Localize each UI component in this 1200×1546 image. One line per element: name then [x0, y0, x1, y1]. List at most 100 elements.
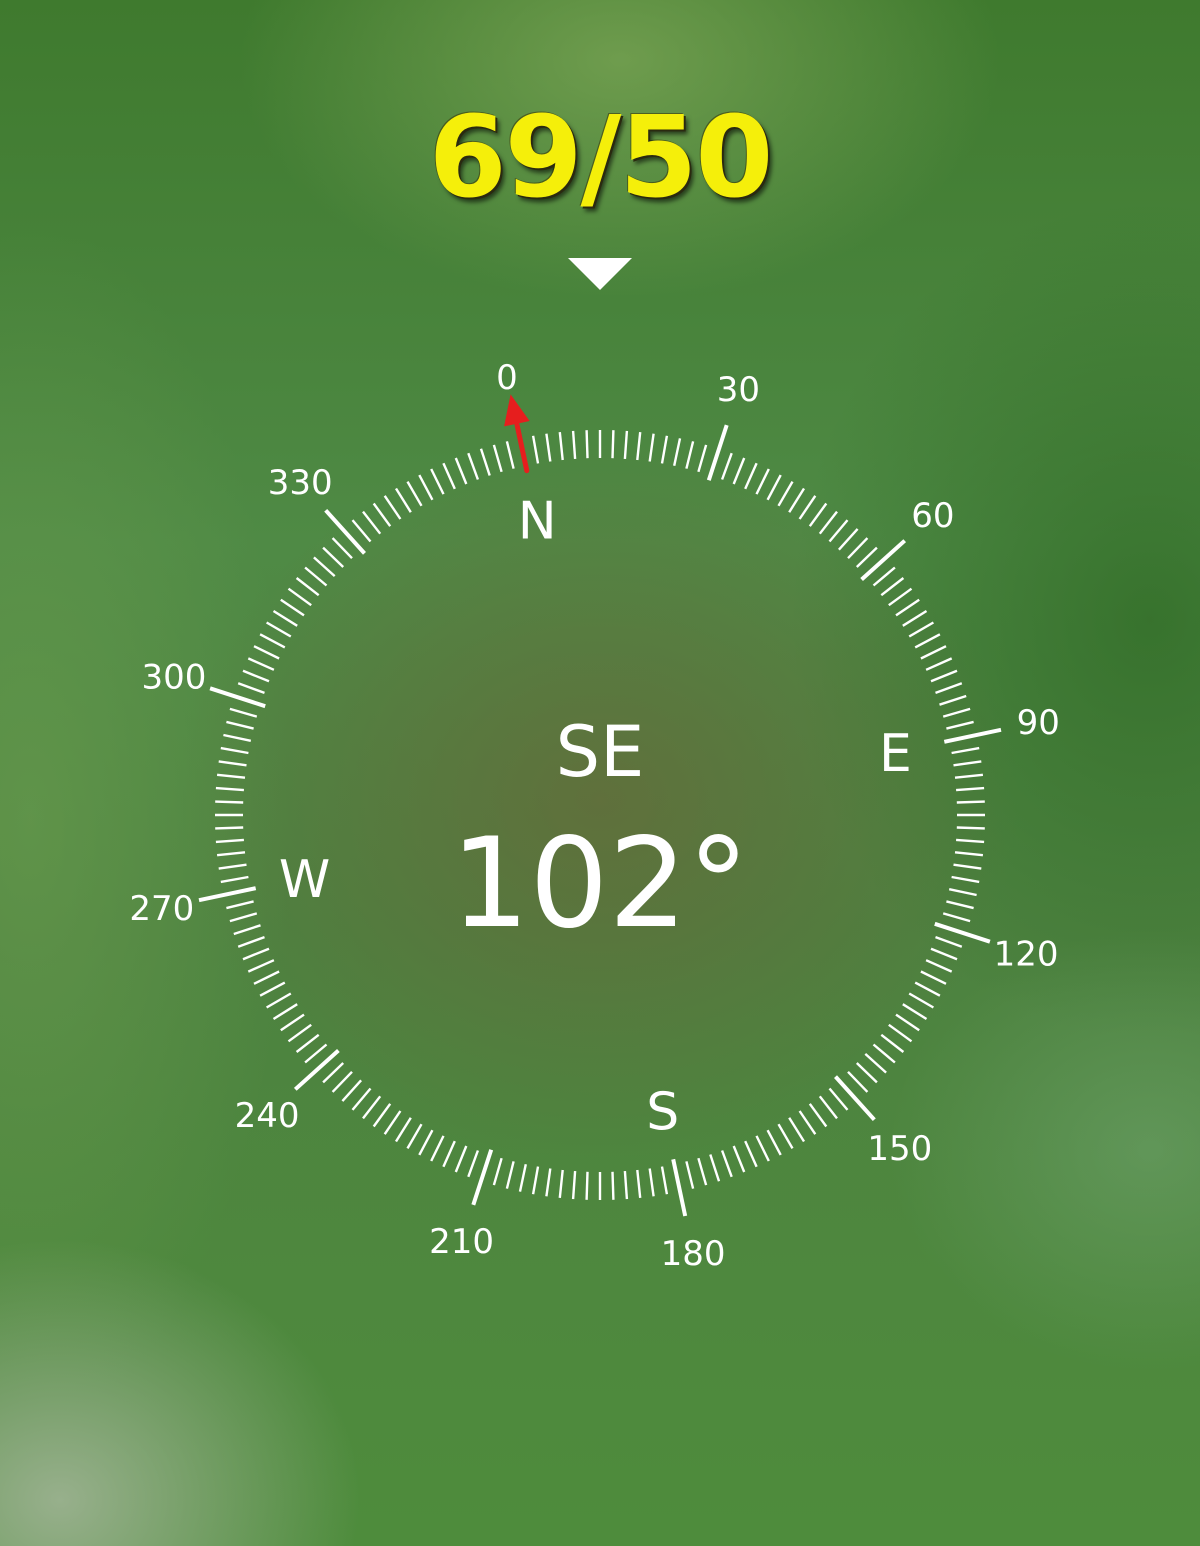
direction-label: SE	[556, 711, 645, 793]
minor-tick	[237, 935, 265, 948]
minor-tick	[571, 430, 577, 459]
minor-tick	[951, 746, 980, 755]
minor-tick	[946, 720, 974, 730]
minor-tick	[505, 1161, 515, 1189]
minor-tick	[220, 746, 249, 755]
minor-tick	[956, 800, 985, 804]
minor-tick	[685, 1161, 695, 1189]
minor-tick	[237, 682, 265, 695]
degree-label-60: 60	[911, 496, 954, 536]
minor-tick	[215, 800, 244, 804]
minor-tick	[362, 1095, 382, 1120]
minor-tick	[685, 441, 695, 469]
cardinal-s: S	[646, 1082, 679, 1142]
minor-tick	[755, 1135, 770, 1162]
minor-tick	[914, 633, 941, 649]
minor-tick	[697, 444, 708, 473]
minor-tick	[467, 452, 480, 480]
minor-tick	[720, 1150, 733, 1178]
degree-label-120: 120	[994, 934, 1059, 974]
minor-tick	[492, 1157, 503, 1186]
minor-tick	[265, 621, 292, 638]
minor-tick	[280, 1013, 305, 1032]
minor-tick	[545, 433, 552, 462]
degree-label-0: 0	[496, 358, 518, 398]
minor-tick	[216, 851, 246, 857]
minor-tick	[788, 487, 806, 513]
minor-tick	[920, 970, 947, 985]
minor-tick	[951, 875, 980, 884]
minor-tick	[406, 480, 423, 507]
minor-tick	[828, 519, 849, 543]
minor-tick	[362, 510, 382, 535]
minor-tick	[351, 1087, 372, 1111]
minor-tick	[585, 430, 589, 459]
north-arrow-icon	[504, 394, 530, 474]
minor-tick	[788, 1117, 806, 1143]
cardinal-e: E	[879, 724, 912, 784]
minor-tick	[394, 1117, 412, 1143]
minor-tick	[925, 657, 953, 671]
minor-tick	[930, 669, 958, 683]
degree-label-180: 180	[661, 1234, 726, 1274]
minor-tick	[660, 1166, 669, 1195]
minor-tick	[394, 487, 412, 513]
minor-tick	[295, 1033, 320, 1053]
degree-label-210: 210	[429, 1222, 494, 1262]
minor-tick	[956, 786, 985, 792]
minor-tick	[732, 457, 746, 485]
minor-tick	[430, 1135, 445, 1162]
cardinal-w: W	[279, 850, 330, 910]
minor-tick	[304, 1043, 328, 1064]
minor-tick	[322, 546, 345, 568]
minor-tick	[744, 1140, 758, 1168]
minor-tick	[942, 707, 971, 718]
minor-tick	[341, 1079, 362, 1102]
minor-tick	[709, 1154, 721, 1182]
minor-tick	[648, 1168, 655, 1197]
minor-tick	[660, 435, 669, 464]
minor-tick	[531, 435, 540, 464]
minor-tick	[908, 992, 935, 1009]
minor-tick	[818, 510, 838, 535]
major-tick	[834, 1075, 876, 1122]
minor-tick	[418, 474, 434, 501]
minor-tick	[505, 441, 515, 469]
minor-tick	[744, 462, 758, 490]
minor-tick	[454, 457, 468, 485]
minor-tick	[895, 598, 920, 617]
minor-tick	[902, 1003, 928, 1021]
minor-tick	[218, 863, 247, 870]
degree-label-90: 90	[1017, 703, 1060, 743]
minor-tick	[558, 1169, 564, 1199]
minor-tick	[611, 430, 615, 459]
major-tick	[943, 727, 1002, 744]
minor-tick	[935, 682, 963, 695]
minor-tick	[953, 863, 982, 870]
minor-tick	[265, 992, 292, 1009]
minor-tick	[623, 430, 629, 459]
minor-tick	[888, 1023, 913, 1043]
minor-tick	[253, 970, 280, 985]
compass-dial: 0 306090120150180210240270300330 NESW SE …	[129, 358, 1060, 1274]
minor-tick	[946, 900, 974, 910]
minor-tick	[216, 773, 246, 779]
minor-tick	[233, 924, 261, 936]
minor-tick	[777, 480, 794, 507]
minor-tick	[406, 1123, 423, 1150]
minor-tick	[847, 1070, 869, 1093]
minor-tick	[442, 462, 456, 490]
minor-tick	[956, 838, 985, 844]
minor-tick	[636, 1169, 642, 1199]
minor-tick	[226, 720, 254, 730]
minor-tick	[351, 519, 372, 543]
minor-tick	[942, 912, 971, 923]
minor-tick	[479, 448, 491, 476]
minor-tick	[914, 981, 941, 997]
minor-tick	[215, 786, 244, 792]
minor-tick	[766, 1129, 782, 1156]
minor-tick	[766, 474, 782, 501]
minor-tick	[939, 694, 967, 706]
minor-tick	[880, 577, 905, 597]
minor-tick	[272, 609, 298, 627]
